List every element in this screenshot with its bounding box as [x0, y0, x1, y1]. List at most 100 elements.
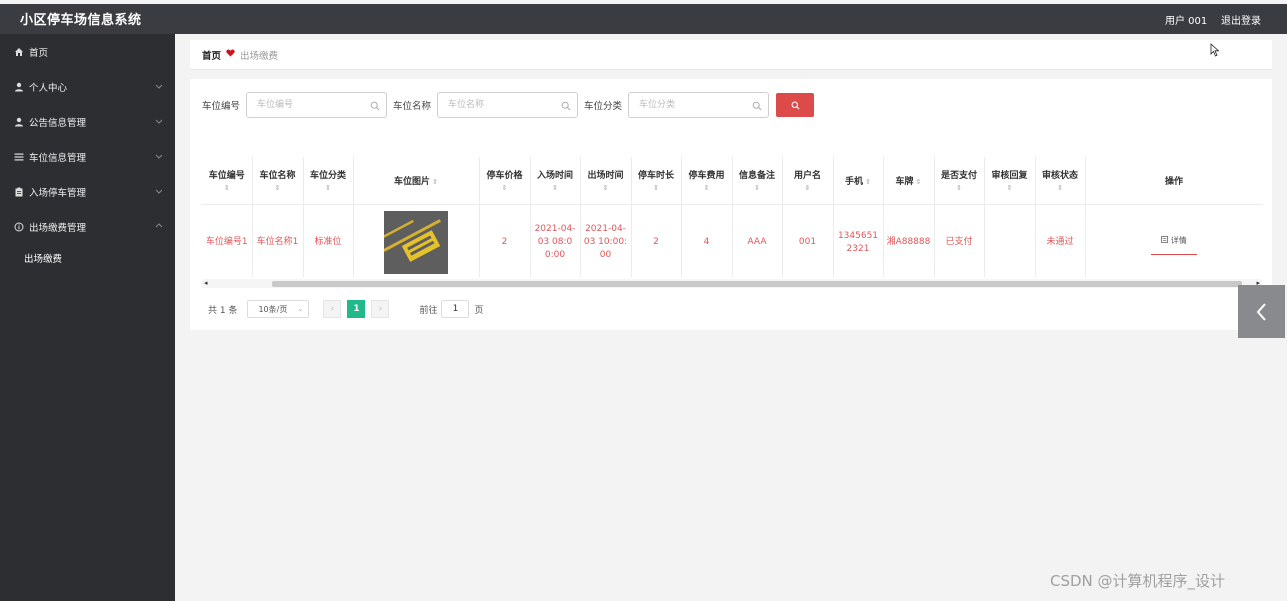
sort-icon: ⇕ — [501, 184, 508, 193]
chevron-left-icon — [1256, 302, 1266, 321]
sidebar-item-label: 车位信息管理 — [29, 152, 87, 164]
total-count: 共 1 条 — [208, 305, 238, 316]
sidebar-item-announcements[interactable]: 公告信息管理 — [0, 104, 175, 139]
space-no-input[interactable] — [247, 93, 387, 117]
sidebar-item-home[interactable]: 首页 — [0, 34, 175, 69]
search-icon — [752, 101, 762, 111]
cell-review-reply — [984, 204, 1036, 277]
cell-space-name: 车位名称1 — [252, 204, 304, 277]
sidebar-item-label: 个人中心 — [29, 82, 68, 94]
home-icon — [14, 47, 24, 57]
prev-page-button[interactable]: ‹ — [323, 300, 342, 318]
sort-icon: ⇕ — [274, 184, 281, 193]
sidebar: 首页 个人中心 公告信息管理 车位信息管理 入场停车管理 出场缴费管理 出场缴费 — [0, 34, 175, 601]
sort-icon: ⇕ — [653, 184, 659, 193]
cell-phone: 13456512321 — [833, 204, 884, 277]
column-header[interactable]: 停车时长 ⇕ — [631, 157, 682, 205]
sort-icon: ⇕ — [915, 177, 922, 186]
sidebar-item-exit-payment[interactable]: 出场缴费管理 — [0, 209, 175, 244]
column-header[interactable]: 车位图片 ⇕ — [353, 157, 480, 205]
heart-icon — [226, 49, 235, 60]
breadcrumb-current: 出场缴费 — [240, 50, 279, 62]
cell-remark: AAA — [732, 204, 783, 277]
cell-space-category: 标准位 — [303, 204, 354, 277]
cell-duration: 2 — [631, 204, 682, 277]
scrollbar-thumb[interactable] — [272, 281, 1242, 287]
column-header[interactable]: 车位分类 ⇕ — [303, 157, 354, 205]
column-header[interactable]: 审核状态 ⇕ — [1035, 157, 1086, 205]
sort-icon: ⇕ — [804, 184, 811, 193]
column-header[interactable]: 用户名 ⇕ — [782, 157, 834, 205]
column-header[interactable]: 车牌 ⇕ — [883, 157, 935, 205]
sort-icon: ⇕ — [223, 184, 230, 193]
search-icon — [370, 101, 380, 111]
app-title: 小区停车场信息系统 — [20, 13, 142, 28]
cell-review-status: 未通过 — [1035, 204, 1086, 277]
sidebar-item-label: 公告信息管理 — [29, 117, 87, 129]
sidebar-item-personal-center[interactable]: 个人中心 — [0, 69, 175, 104]
sort-icon: ⇕ — [1006, 184, 1013, 193]
sidebar-item-label: 首页 — [29, 47, 49, 59]
chevron-down-icon — [155, 119, 163, 124]
cell-fee: 4 — [681, 204, 733, 277]
sidebar-item-parking-spaces[interactable]: 车位信息管理 — [0, 139, 175, 174]
sort-icon: ⇕ — [1057, 184, 1063, 193]
page-size-select[interactable]: 10条/页 ⌄ — [247, 300, 310, 318]
scroll-left-arrow-icon[interactable]: ◂ — [204, 279, 208, 287]
column-header[interactable]: 信息备注 ⇕ — [732, 157, 783, 205]
next-page-button[interactable]: › — [371, 300, 390, 318]
watermark: CSDN @计算机程序_设计 — [1050, 572, 1226, 590]
chevron-down-icon — [155, 189, 163, 194]
mouse-cursor-icon — [1210, 43, 1220, 57]
column-header[interactable]: 停车费用 ⇕ — [681, 157, 733, 205]
data-table: 车位编号 ⇕ 车位名称 ⇕ 车位分类 ⇕ 车位图片 ⇕ 停车价格 ⇕ 入场时间 ⇕ 出场时间… — [202, 157, 1262, 277]
sort-icon: ⇕ — [865, 177, 871, 186]
cell-paid: 已支付 — [934, 204, 985, 277]
detail-button-label: 详情 — [1170, 235, 1187, 245]
cell-space-image — [353, 204, 480, 277]
horizontal-scrollbar[interactable]: ◂ ▸ — [202, 279, 1262, 288]
breadcrumb-home[interactable]: 首页 — [202, 48, 221, 62]
user-icon — [14, 82, 24, 92]
top-bar: 小区停车场信息系统 用户 001 退出登录 — [0, 4, 1287, 34]
cell-plate: 湘A88888 — [883, 204, 935, 277]
chevron-down-icon: ⌄ — [297, 305, 304, 313]
column-header[interactable]: 手机 ⇕ — [833, 157, 884, 205]
content-panel: 车位编号 车位名称 车位分类 — [190, 79, 1272, 330]
search-button[interactable] — [776, 93, 815, 117]
sort-icon: ⇕ — [602, 184, 609, 193]
submenu-item-exit-payment[interactable]: 出场缴费 — [0, 244, 175, 272]
column-header[interactable]: 车位编号 ⇕ — [202, 157, 253, 205]
search-icon — [791, 101, 800, 109]
column-header[interactable]: 审核回复 ⇕ — [984, 157, 1036, 205]
goto-page-input[interactable]: 1 — [441, 300, 470, 318]
space-name-input[interactable] — [438, 93, 578, 117]
search-label-space-category: 车位分类 — [584, 101, 623, 112]
column-header[interactable]: 是否支付 ⇕ — [934, 157, 985, 205]
search-label-space-name: 车位名称 — [393, 101, 432, 112]
cell-actions: 详情 — [1085, 204, 1262, 277]
page-size-value: 10条/页 — [258, 304, 288, 314]
column-header[interactable]: 出场时间 ⇕ — [580, 157, 632, 205]
space-no-search-box — [246, 92, 388, 118]
sort-icon: ⇕ — [956, 184, 962, 193]
search-label-space-no: 车位编号 — [202, 101, 241, 112]
column-header: 操作 — [1085, 157, 1262, 205]
detail-button[interactable]: 详情 — [1151, 231, 1197, 255]
space-category-input[interactable] — [629, 93, 769, 117]
space-name-search-box — [437, 92, 579, 118]
table-row: 车位编号1 车位名称1 标准位 2 2021-04-03 08:00:00 20… — [202, 204, 1262, 277]
column-header[interactable]: 入场时间 ⇕ — [530, 157, 581, 205]
logout-link[interactable]: 退出登录 — [1221, 12, 1261, 27]
column-header[interactable]: 车位名称 ⇕ — [252, 157, 304, 205]
side-panel-toggle[interactable] — [1238, 285, 1285, 338]
page-number-button[interactable]: 1 — [347, 300, 366, 318]
sort-icon: ⇕ — [703, 184, 710, 193]
cell-space-no: 车位编号1 — [202, 204, 253, 277]
space-category-search-box — [628, 92, 770, 118]
column-header[interactable]: 停车价格 ⇕ — [479, 157, 531, 205]
sort-icon: ⇕ — [325, 184, 331, 193]
search-icon — [561, 101, 571, 111]
sidebar-item-entry-parking[interactable]: 入场停车管理 — [0, 174, 175, 209]
table-header-row: 车位编号 ⇕ 车位名称 ⇕ 车位分类 ⇕ 车位图片 ⇕ 停车价格 ⇕ 入场时间 ⇕ 出场时间… — [202, 157, 1262, 205]
